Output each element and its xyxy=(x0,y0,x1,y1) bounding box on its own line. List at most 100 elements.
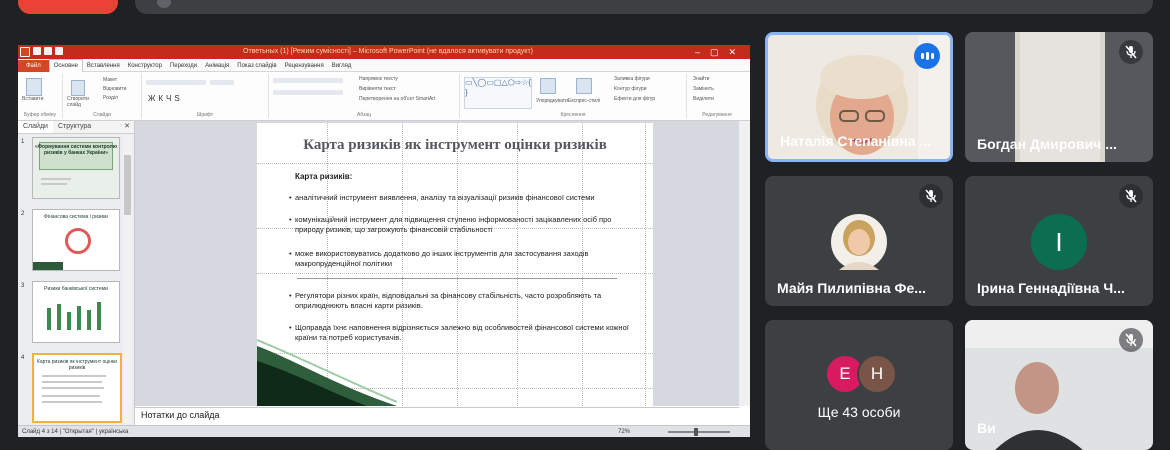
more-participants-tile[interactable]: E Н Ще 43 особи xyxy=(765,320,953,450)
participant-name: Наталія Степанівна ... xyxy=(780,133,932,149)
slide-scrollbar[interactable] xyxy=(739,121,750,406)
thumb-bar xyxy=(47,308,51,330)
thumb-number: 1 xyxy=(21,139,25,145)
close-pane-icon[interactable]: ✕ xyxy=(119,121,134,133)
group-label-paragraph: Абзац xyxy=(356,112,372,118)
thumb-title: Фінансова система і ризики xyxy=(44,214,108,220)
font-format-buttons[interactable]: ЖКЧS xyxy=(148,94,183,103)
current-slide[interactable]: Карта ризиків як інструмент оцінки ризик… xyxy=(257,123,653,406)
slide-thumbnail-1[interactable]: «Формування системи контролю ризиків у б… xyxy=(32,137,120,199)
more-participants-label: Ще 43 особи xyxy=(817,404,901,420)
guide-line xyxy=(257,163,653,164)
tab-design[interactable]: Конструктор xyxy=(124,60,166,72)
scrollbar-thumb[interactable] xyxy=(124,155,131,215)
align-buttons[interactable] xyxy=(273,90,343,95)
slide-thumbnail-3[interactable]: Ризики банківської системи xyxy=(32,281,120,343)
font-name-box[interactable] xyxy=(146,80,206,85)
tab-file[interactable]: Файл xyxy=(18,60,49,72)
quick-access-toolbar[interactable] xyxy=(20,47,80,57)
text-direction-button[interactable]: Напрямок тексту xyxy=(359,76,398,82)
participant-tile-active[interactable]: Наталія Степанівна ... xyxy=(765,32,953,162)
self-tile[interactable]: Ви xyxy=(965,320,1153,450)
tab-home[interactable]: Основне xyxy=(48,59,83,72)
window-controls[interactable]: –▢✕ xyxy=(695,45,746,59)
shape-outline-button[interactable]: Контур фігури xyxy=(614,86,646,92)
slide-bullet: може використовуватись додатково до інши… xyxy=(289,249,635,269)
slide-bullet: Регулятори різних країн, відповідальні з… xyxy=(289,291,635,311)
arrange-button[interactable]: Упорядкувати xyxy=(536,98,568,104)
smartart-button[interactable]: Перетворення на об'єкт SmartArt xyxy=(359,96,435,102)
tab-animations[interactable]: Анімація xyxy=(201,60,233,72)
status-left: Слайд 4 з 14 | "Открытая" | українська xyxy=(22,429,129,435)
arrange-icon[interactable] xyxy=(540,78,556,94)
slide-thumbnail-2[interactable]: Фінансова система і ризики xyxy=(32,209,120,271)
find-button[interactable]: Знайти xyxy=(693,76,709,82)
group-label-drawing: Креслення xyxy=(560,112,586,118)
undo-icon[interactable] xyxy=(44,47,52,55)
group-label-editing: Редагування xyxy=(702,112,732,118)
meeting-info-bar[interactable] xyxy=(135,0,1153,14)
new-slide-icon[interactable] xyxy=(71,80,85,96)
tab-insert[interactable]: Вставлення xyxy=(83,60,124,72)
notes-placeholder: Нотатки до слайда xyxy=(141,410,220,420)
replace-button[interactable]: Замінить xyxy=(693,86,714,92)
participant-tile[interactable]: І Ірина Геннадіївна Ч... xyxy=(965,176,1153,306)
pane-scrollbar[interactable] xyxy=(123,135,132,423)
thumb-line xyxy=(42,401,102,403)
participant-name: Богдан Дмирович ... xyxy=(977,136,1117,152)
thumb-line xyxy=(41,178,71,180)
shapes-gallery[interactable]: ▭╲◯▭▢△⬠⇨☆{ } xyxy=(464,77,532,109)
tab-transitions[interactable]: Переходи xyxy=(166,60,201,72)
shared-screen: Ответьных (1) [Режим сумісності] – Micro… xyxy=(18,45,750,437)
slide-canvas: Карта ризиків як інструмент оцінки ризик… xyxy=(135,121,739,406)
reset-button[interactable]: Відновити xyxy=(103,86,126,92)
quick-styles-button[interactable]: Експрес-стилі xyxy=(568,98,600,104)
quick-styles-icon[interactable] xyxy=(576,78,592,94)
theme-name: "Открытая" xyxy=(62,429,94,435)
participant-tile[interactable]: Богдан Дмирович ... xyxy=(965,32,1153,162)
tab-slideshow[interactable]: Показ слайдів xyxy=(233,60,280,72)
new-slide-button[interactable]: Створити слайд xyxy=(67,96,93,108)
save-icon[interactable] xyxy=(33,47,41,55)
thumb-line xyxy=(42,387,104,389)
paste-icon[interactable] xyxy=(26,78,42,96)
thumb-line xyxy=(42,375,106,377)
mic-off-icon xyxy=(1119,40,1143,64)
notes-area[interactable]: Нотатки до слайда xyxy=(135,407,739,422)
status-bar: Слайд 4 з 14 | "Открытая" | українська 7… xyxy=(18,425,750,437)
align-text-button[interactable]: Вирівняти текст xyxy=(359,86,396,92)
select-button[interactable]: Виділити xyxy=(693,96,714,102)
guide-line xyxy=(257,273,653,274)
participant-avatar: Н xyxy=(857,354,897,394)
thumb-title: Карта ризиків як інструмент оцінки ризик… xyxy=(36,359,118,371)
tab-view[interactable]: Вигляд xyxy=(328,60,356,72)
participant-tile[interactable]: Майя Пилипівна Фе... xyxy=(765,176,953,306)
section-button[interactable]: Розділ xyxy=(103,95,118,101)
tab-outline[interactable]: Структура xyxy=(53,121,96,133)
list-buttons[interactable] xyxy=(273,78,343,83)
redo-icon[interactable] xyxy=(55,47,63,55)
thumb-title: Ризики банківської системи xyxy=(44,286,108,292)
ribbon-group-editing: Знайти Замінить Виділити Редагування xyxy=(687,74,747,118)
slide-thumbnail-4[interactable]: Карта ризиків як інструмент оцінки ризик… xyxy=(32,353,122,423)
thumb-bar xyxy=(87,310,91,330)
tab-slides[interactable]: Слайди xyxy=(18,121,53,133)
pane-tabs: Слайди Структура ✕ xyxy=(18,121,134,134)
shape-effects-button[interactable]: Ефекти для фігур xyxy=(614,96,655,102)
thumb-bar xyxy=(67,312,71,330)
slide-wave-decoration xyxy=(257,339,397,406)
group-label-font: Шрифт xyxy=(196,112,214,118)
layout-button[interactable]: Макет xyxy=(103,77,117,83)
shape-fill-button[interactable]: Заливка фігури xyxy=(614,76,650,82)
zoom-slider-knob[interactable] xyxy=(694,428,698,436)
thumb-wave xyxy=(33,262,63,270)
font-size-box[interactable] xyxy=(210,80,234,85)
ppt-title-bar: Ответьных (1) [Режим сумісності] – Micro… xyxy=(18,45,750,59)
meet-top-bar xyxy=(0,0,1170,16)
tab-review[interactable]: Рецензування xyxy=(281,60,328,72)
participant-name: Ірина Геннадіївна Ч... xyxy=(977,280,1125,296)
paste-button[interactable]: Вставити xyxy=(22,96,43,102)
leave-call-button[interactable] xyxy=(18,0,118,14)
ribbon-group-font: ЖКЧS Шрифт xyxy=(142,74,269,118)
zoom-slider[interactable] xyxy=(668,431,730,433)
